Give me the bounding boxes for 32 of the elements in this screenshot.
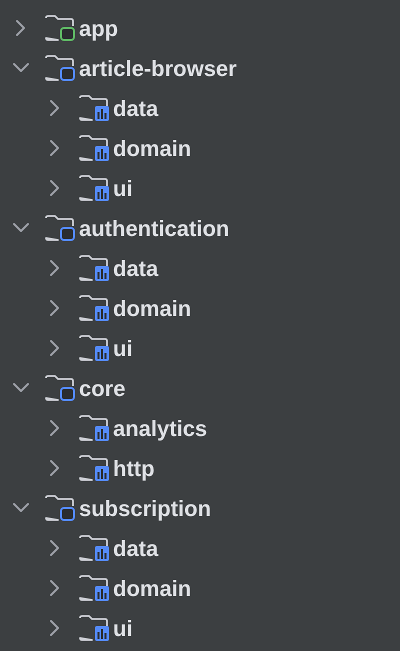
- folder-name[interactable]: analytics: [113, 412, 208, 444]
- folder-name[interactable]: domain: [113, 572, 192, 604]
- folder-name[interactable]: domain: [113, 292, 192, 324]
- package-folder-icon: [76, 253, 112, 283]
- module-folder-icon: [42, 53, 78, 83]
- folder-name[interactable]: domain: [113, 132, 192, 164]
- package-folder-icon: [76, 413, 112, 443]
- folder-name[interactable]: subscription: [79, 492, 212, 524]
- folder-name[interactable]: article-browser: [79, 52, 237, 84]
- folder-name[interactable]: app: [79, 12, 118, 44]
- package-folder-icon: [76, 293, 112, 323]
- folder-name[interactable]: http: [113, 452, 155, 484]
- folder-name[interactable]: ui: [113, 332, 133, 364]
- package-folder-icon: [76, 533, 112, 563]
- module-folder-icon: [42, 213, 78, 243]
- folder-name[interactable]: data: [113, 252, 158, 284]
- package-folder-icon: [76, 453, 112, 483]
- package-folder-icon: [76, 333, 112, 363]
- folder-name[interactable]: data: [113, 532, 158, 564]
- module-folder-icon: [42, 373, 78, 403]
- module-folder-icon: [42, 493, 78, 523]
- package-folder-icon: [76, 93, 112, 123]
- package-folder-icon: [76, 573, 112, 603]
- folder-name[interactable]: authentication: [79, 212, 230, 244]
- package-folder-icon: [76, 613, 112, 643]
- folder-name[interactable]: ui: [113, 612, 133, 644]
- folder-name[interactable]: ui: [113, 172, 133, 204]
- module-folder-icon: [42, 13, 78, 43]
- folder-name[interactable]: data: [113, 92, 158, 124]
- package-folder-icon: [76, 173, 112, 203]
- package-folder-icon: [76, 133, 112, 163]
- folder-name[interactable]: core: [79, 372, 126, 404]
